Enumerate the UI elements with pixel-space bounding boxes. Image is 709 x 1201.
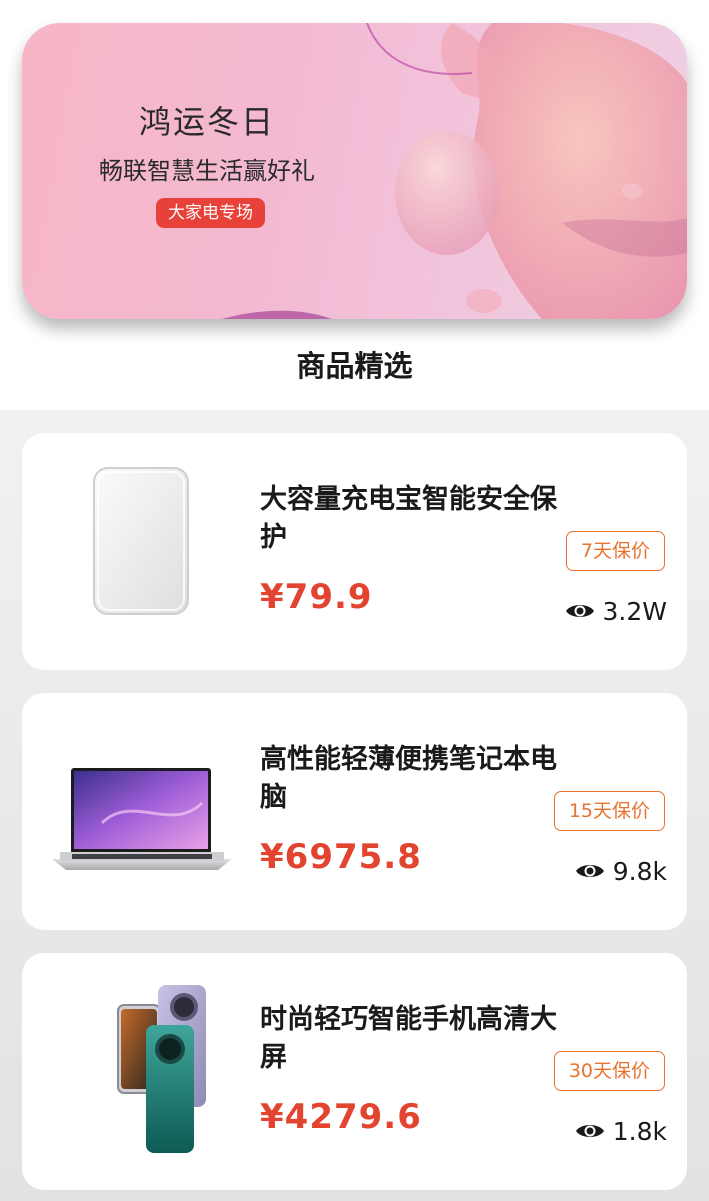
section-title: 商品精选 (296, 349, 413, 383)
laptop-icon (52, 768, 232, 870)
views-count: 1.8k (612, 1116, 667, 1146)
product-name: 时尚轻巧智能手机高清大屏 (260, 1004, 557, 1073)
view-count: 9.8k (575, 851, 667, 891)
eye-icon (575, 865, 604, 877)
banner-tag-button[interactable]: 大家电专场 (156, 198, 265, 228)
promo-banner[interactable]: 鸿运冬日 畅联智慧生活赢好礼 大家电专场 (22, 23, 687, 319)
warranty-badge: 15天保价 (553, 791, 665, 831)
eye-icon (565, 605, 594, 617)
warranty-badge: 30天保价 (553, 1051, 665, 1091)
power-bank-icon (93, 467, 189, 615)
product-card[interactable]: 时尚轻巧智能手机高清大屏 ¥4279.6 30天保价 1.8k (22, 953, 687, 1190)
view-count: 3.2W (565, 591, 667, 631)
product-card[interactable]: 高性能轻薄便携笔记本电脑 ¥6975.8 15天保价 9.8k (22, 693, 687, 930)
view-count: 1.8k (575, 1111, 667, 1151)
product-name: 大容量充电宝智能安全保护 (260, 484, 557, 553)
views-count: 9.8k (612, 856, 667, 886)
product-card[interactable]: 大容量充电宝智能安全保护 ¥79.9 7天保价 3.2W (22, 433, 687, 670)
product-price: ¥4279.6 (260, 1097, 422, 1137)
banner-title: 鸿运冬日 (138, 103, 275, 141)
banner-subtitle: 畅联智慧生活赢好礼 (99, 157, 315, 185)
views-count: 3.2W (602, 596, 667, 626)
product-price: ¥6975.8 (260, 837, 422, 877)
warranty-badge: 7天保价 (565, 531, 665, 571)
eye-icon (575, 1125, 604, 1137)
smartphone-icon (117, 985, 206, 1153)
product-price: ¥79.9 (260, 577, 373, 617)
product-name: 高性能轻薄便携笔记本电脑 (260, 744, 557, 813)
